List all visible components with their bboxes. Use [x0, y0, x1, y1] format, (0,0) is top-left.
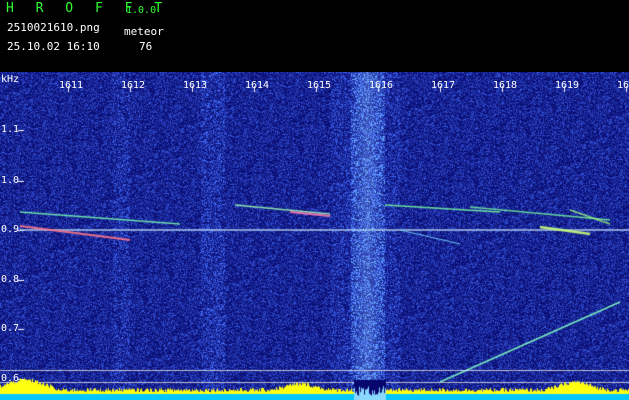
y-tick-label: 0.6: [1, 373, 20, 384]
x-tick-label: 1611: [59, 80, 84, 91]
info-value: 2el-HB9CV Vertical (el. E-W): [313, 39, 499, 53]
info-row-antenna: Receiving antenna:2el-HB9CV Vertical (el…: [179, 39, 551, 54]
y-tick-label: 0.9: [1, 224, 20, 235]
info-label: Observer: [179, 2, 232, 15]
info-label: Receiver: [179, 27, 232, 40]
x-tick-label: 1619: [555, 80, 580, 91]
x-tick-label: 1617: [431, 80, 456, 91]
station-info: Observer: Takanori Kawachi Receiving Loca…: [179, 2, 552, 54]
x-tick-label: 1620: [617, 80, 629, 91]
app-version: 1.0.0: [126, 5, 157, 16]
header: H R O F F T 1.0.0 2510021610.png 25.10.0…: [0, 0, 629, 72]
x-tick-label: 1612: [121, 80, 146, 91]
x-tick-label: 1613: [183, 80, 208, 91]
info-separator: :: [297, 39, 304, 53]
file-name: 2510021610.png: [7, 21, 100, 34]
x-tick-label: 1618: [493, 80, 518, 91]
info-separator: :: [297, 27, 304, 40]
info-value: Takanori Kawachi: [313, 2, 419, 15]
spectrogram: [0, 72, 629, 400]
counter-value: 76: [139, 40, 153, 53]
date-time: 25.10.02 16:10: [7, 40, 100, 53]
x-tick-label: 1616: [369, 80, 394, 91]
y-tick-label: 1.1: [1, 124, 20, 135]
y-tick-label: 0.7: [1, 323, 20, 334]
y-tick-label: 0.8: [1, 274, 20, 285]
x-tick-label: 1614: [245, 80, 270, 91]
info-label: Receiving antenna: [179, 39, 292, 53]
info-value: Ogaki, Gifu, JAPAN (136.60E, 35.35N): [313, 14, 552, 28]
info-value: R820T2(RTL-SDR) SDR-Sharp 53.372MHz: [313, 27, 545, 40]
info-separator: :: [297, 2, 304, 15]
counter-label: meteor: [124, 25, 164, 38]
x-tick-label: 1615: [307, 80, 332, 91]
y-tick-label: 1.0: [1, 175, 20, 186]
axis-unit: kHz: [1, 74, 20, 85]
